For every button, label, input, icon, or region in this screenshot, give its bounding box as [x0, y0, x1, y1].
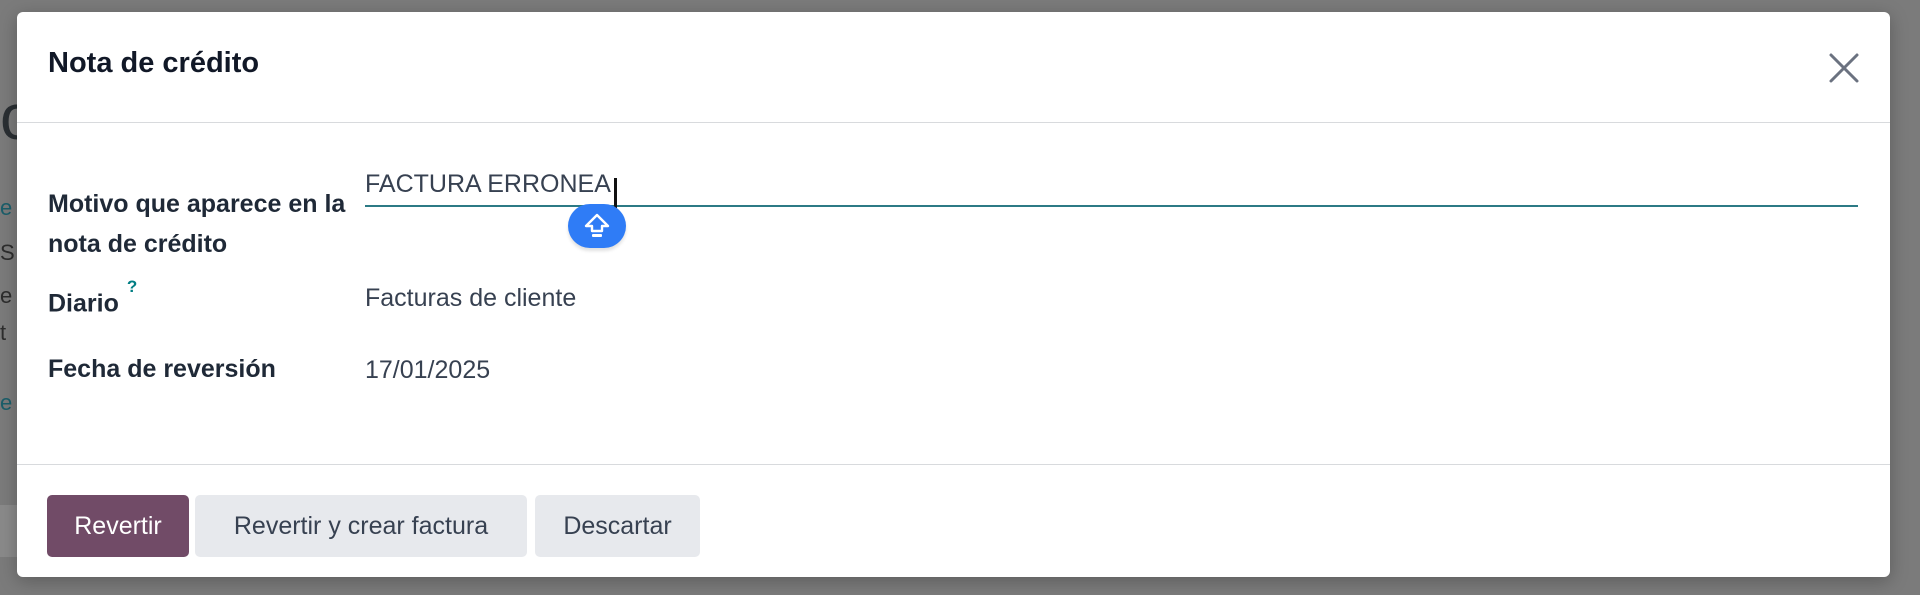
journal-label-text: Diario — [48, 289, 119, 318]
caps-lock-icon — [584, 213, 610, 237]
reason-label: Motivo que aparece en la nota de crédito — [48, 190, 346, 258]
reverse-button[interactable]: Revertir — [47, 495, 189, 557]
background-page-fragment: e — [0, 283, 13, 308]
reason-input[interactable] — [365, 163, 1858, 207]
credit-note-dialog: Nota de crédito Motivo que aparece en la… — [17, 12, 1890, 577]
journal-help-tooltip[interactable]: ? — [127, 277, 137, 296]
close-icon — [1829, 53, 1859, 83]
background-page-fragment: S — [0, 240, 15, 265]
background-page-fragment: e — [0, 390, 13, 415]
background-page-fragment: t — [0, 320, 7, 345]
close-button[interactable] — [1824, 48, 1864, 88]
journal-value[interactable]: Facturas de cliente — [365, 284, 576, 313]
dialog-footer: Revertir Revertir y crear factura Descar… — [17, 464, 1890, 577]
dialog-title: Nota de crédito — [48, 47, 260, 79]
background-page-fragment: e — [0, 195, 13, 220]
dialog-body: Motivo que aparece en la nota de crédito… — [17, 123, 1890, 463]
reversal-date-label: Fecha de reversión — [48, 355, 276, 383]
background-page-fragment — [0, 505, 18, 557]
text-cursor — [614, 178, 617, 208]
dialog-header: Nota de crédito — [17, 12, 1890, 123]
reversal-date-value[interactable]: 17/01/2025 — [365, 356, 490, 385]
discard-button[interactable]: Descartar — [535, 495, 700, 557]
reverse-and-create-invoice-button[interactable]: Revertir y crear factura — [195, 495, 527, 557]
journal-label: Diario? — [48, 277, 137, 323]
caps-lock-indicator — [568, 204, 626, 248]
